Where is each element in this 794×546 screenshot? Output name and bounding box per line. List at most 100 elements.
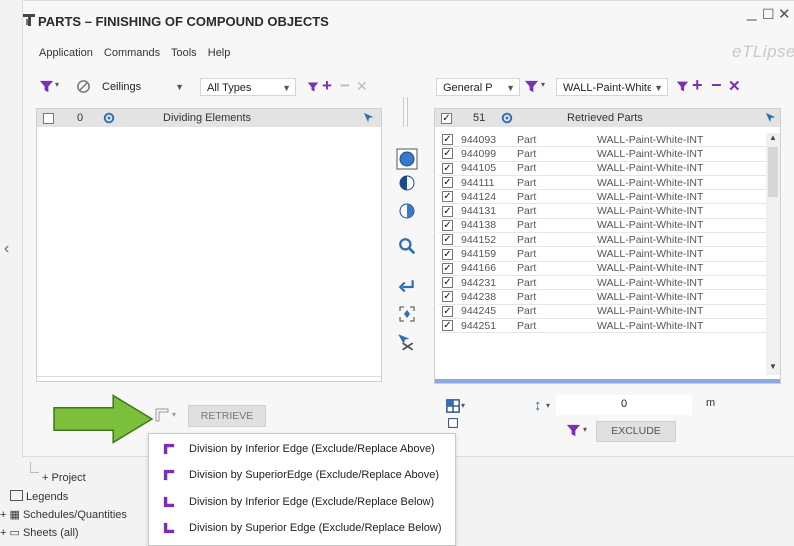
row-checkbox[interactable]: ✓ — [442, 305, 453, 317]
table-row[interactable]: ✓ 944111 Part WALL-Paint-White-INT — [439, 175, 768, 191]
scroll-thumb[interactable] — [768, 147, 778, 197]
row-checkbox[interactable]: ✓ — [442, 320, 453, 331]
table-row[interactable]: ✓ 944245 Part WALL-Paint-White-INT — [439, 304, 768, 319]
close-button[interactable]: ✕ — [778, 5, 791, 23]
filter-icon[interactable] — [307, 81, 319, 93]
row-checkbox[interactable]: ✓ — [442, 234, 453, 246]
row-checkbox-cell[interactable]: ✓ — [439, 275, 461, 291]
splitter[interactable] — [403, 97, 408, 127]
row-checkbox-cell[interactable]: ✓ — [439, 133, 461, 148]
row-checkbox-cell[interactable]: ✓ — [439, 218, 461, 234]
table-row[interactable]: ✓ 944131 Part WALL-Paint-White-INT — [439, 203, 768, 219]
row-checkbox-cell[interactable]: ✓ — [439, 175, 461, 191]
filter-dropdown-icon[interactable]: ▾ — [55, 80, 59, 89]
tree-item-sheets[interactable]: + ▭ Sheets (all) — [0, 526, 79, 539]
scrollbar[interactable]: ▲ ▼ — [766, 133, 780, 375]
offset-dropdown-icon[interactable]: ▾ — [546, 401, 550, 410]
row-checkbox[interactable]: ✓ — [442, 134, 453, 146]
tree-item-project[interactable]: + Project — [42, 472, 86, 484]
table-row[interactable]: ✓ 944238 Part WALL-Paint-White-INT — [439, 289, 768, 305]
pick-cursor-icon[interactable] — [363, 112, 375, 124]
table-row[interactable]: ✓ 944099 Part WALL-Paint-White-INT — [439, 146, 768, 162]
half-left-icon[interactable] — [399, 175, 415, 191]
filter-icon[interactable] — [676, 80, 689, 93]
tree-item-schedules[interactable]: + ▦ Schedules/Quantities — [0, 508, 127, 521]
zoom-selection-icon[interactable] — [399, 306, 415, 322]
table-row[interactable]: ✓ 944152 Part WALL-Paint-White-INT — [439, 232, 768, 248]
grid-icon[interactable] — [446, 399, 460, 413]
collapse-chevron-icon[interactable]: ‹ — [4, 240, 9, 258]
table-row[interactable]: ✓ 944093 Part WALL-Paint-White-INT — [439, 133, 768, 148]
menu-item-superior-below[interactable]: Division by Superior Edge (Exclude/Repla… — [149, 515, 455, 541]
clear-icon[interactable]: ✕ — [728, 77, 741, 95]
filter-icon[interactable] — [524, 79, 539, 94]
retrieve-button[interactable]: RETRIEVE — [188, 405, 266, 427]
maximize-button[interactable]: ☐ — [762, 6, 775, 23]
row-checkbox-cell[interactable]: ✓ — [439, 289, 461, 305]
type-select[interactable]: All Types ▼ — [200, 78, 296, 96]
grid-dropdown-icon[interactable]: ▾ — [461, 401, 465, 410]
menu-help[interactable]: Help — [208, 47, 231, 59]
remove-icon[interactable]: − — [711, 75, 722, 96]
row-checkbox-cell[interactable]: ✓ — [439, 189, 461, 205]
row-checkbox[interactable]: ✓ — [442, 219, 453, 231]
no-filter-icon[interactable] — [76, 79, 91, 94]
remove-icon[interactable]: − — [340, 76, 350, 96]
menu-item-superior-above[interactable]: Division by SuperiorEdge (Exclude/Replac… — [149, 462, 455, 488]
minimize-button[interactable]: _ — [747, 2, 756, 22]
pick-cursor-icon[interactable] — [765, 112, 777, 124]
table-row[interactable]: ✓ 944166 Part WALL-Paint-White-INT — [439, 261, 768, 276]
scroll-up-icon[interactable]: ▲ — [766, 133, 780, 142]
offset-input[interactable]: 0 — [556, 395, 692, 415]
table-row[interactable]: ✓ 944105 Part WALL-Paint-White-INT — [439, 161, 768, 176]
refresh-icon[interactable] — [501, 112, 513, 124]
division-type-icon[interactable] — [155, 408, 169, 422]
row-checkbox-cell[interactable]: ✓ — [439, 318, 461, 334]
row-checkbox-cell[interactable]: ✓ — [439, 304, 461, 319]
vertical-offset-icon[interactable]: ↕ — [534, 397, 542, 414]
row-checkbox[interactable]: ✓ — [442, 277, 453, 289]
row-checkbox[interactable]: ✓ — [442, 248, 453, 260]
select-all-checkbox[interactable] — [43, 113, 54, 124]
menu-tools[interactable]: Tools — [171, 47, 197, 59]
filter-dropdown-icon[interactable]: ▾ — [583, 425, 587, 434]
grid-alt-icon[interactable] — [446, 418, 460, 428]
row-checkbox[interactable]: ✓ — [442, 205, 453, 217]
menu-item-inferior-below[interactable]: Division by Inferior Edge (Exclude/Repla… — [149, 489, 455, 515]
category-select[interactable]: Ceilings ▼ — [96, 78, 192, 96]
table-row[interactable]: ✓ 944159 Part WALL-Paint-White-INT — [439, 246, 768, 262]
menu-commands[interactable]: Commands — [104, 47, 160, 59]
menu-item-inferior-above[interactable]: Division by Inferior Edge (Exclude/Repla… — [149, 436, 455, 462]
add-icon[interactable]: + — [322, 76, 332, 96]
row-checkbox-cell[interactable]: ✓ — [439, 246, 461, 262]
row-checkbox-cell[interactable]: ✓ — [439, 261, 461, 276]
row-checkbox-cell[interactable]: ✓ — [439, 203, 461, 219]
deselect-icon[interactable] — [396, 332, 416, 352]
refresh-icon[interactable] — [103, 112, 115, 124]
table-row[interactable]: ✓ 944138 Part WALL-Paint-White-INT — [439, 218, 768, 234]
full-circle-icon[interactable] — [396, 148, 418, 170]
exclude-button[interactable]: EXCLUDE — [596, 421, 676, 442]
row-checkbox[interactable]: ✓ — [442, 177, 453, 189]
return-icon[interactable] — [397, 278, 417, 296]
row-checkbox[interactable]: ✓ — [442, 191, 453, 203]
add-icon[interactable]: + — [692, 75, 703, 96]
filter-dropdown-icon[interactable]: ▾ — [541, 80, 545, 89]
table-row[interactable]: ✓ 944231 Part WALL-Paint-White-INT — [439, 275, 768, 291]
table-row[interactable]: ✓ 944251 Part WALL-Paint-White-INT — [439, 318, 768, 334]
table-row[interactable]: ✓ 944124 Part WALL-Paint-White-INT — [439, 189, 768, 205]
parameter-select[interactable]: General P ▼ — [436, 78, 520, 96]
filter-icon[interactable] — [39, 79, 54, 94]
row-checkbox[interactable]: ✓ — [442, 291, 453, 303]
scroll-down-icon[interactable]: ▼ — [766, 362, 780, 371]
value-select[interactable]: WALL-Paint-White-INT ▼ — [556, 78, 668, 96]
select-all-checkbox[interactable]: ✓ — [441, 113, 452, 124]
tree-item-legends[interactable]: Legends — [10, 490, 68, 503]
row-checkbox[interactable]: ✓ — [442, 148, 453, 160]
row-checkbox-cell[interactable]: ✓ — [439, 161, 461, 176]
zoom-icon[interactable] — [398, 237, 416, 255]
row-checkbox-cell[interactable]: ✓ — [439, 232, 461, 248]
half-right-icon[interactable] — [399, 203, 415, 219]
clear-icon[interactable]: ✕ — [356, 78, 368, 95]
row-checkbox-cell[interactable]: ✓ — [439, 146, 461, 162]
